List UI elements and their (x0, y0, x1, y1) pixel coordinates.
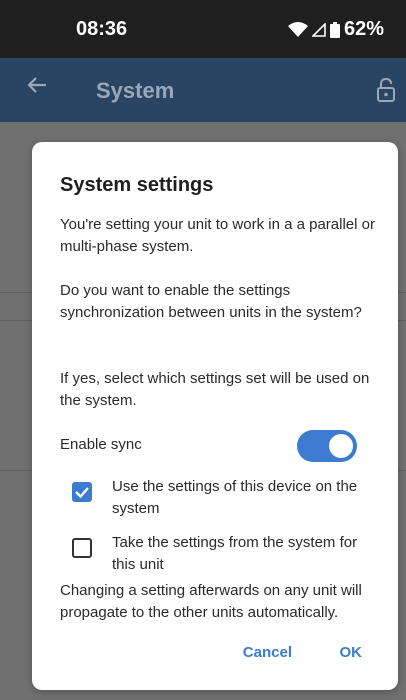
option-label: Use the settings of this device on the s… (112, 478, 358, 517)
cancel-button[interactable]: Cancel (243, 644, 292, 661)
back-arrow-icon[interactable] (26, 74, 48, 96)
status-icons: 62% (287, 18, 384, 41)
system-settings-dialog: System settings You're setting your unit… (32, 142, 398, 690)
option-take-system-settings[interactable]: Take the settings from the system for th… (72, 532, 372, 578)
dialog-title: System settings (60, 174, 214, 196)
battery-percent: 62% (343, 18, 384, 40)
battery-icon (329, 21, 340, 38)
enable-sync-toggle[interactable] (297, 430, 357, 462)
dialog-question: Do you want to enable the settings synch… (60, 282, 362, 321)
dialog-note: Changing a setting afterwards on any uni… (60, 582, 362, 621)
enable-sync-label: Enable sync (60, 436, 142, 453)
ok-button[interactable]: OK (340, 644, 363, 661)
signal-icon (311, 22, 326, 37)
option-use-device-settings[interactable]: Use the settings of this device on the s… (72, 476, 372, 522)
dialog-text: You're setting your unit to work in a a … (60, 216, 375, 255)
dialog-instruction: If yes, select which settings set will b… (60, 370, 370, 409)
status-time: 08:36 (76, 18, 128, 40)
dialog-actions: Cancel OK (32, 636, 398, 676)
checkbox-checked[interactable] (72, 482, 92, 502)
app-bar: System (0, 58, 406, 122)
wifi-icon (287, 21, 308, 37)
checkbox-unchecked[interactable] (72, 538, 92, 558)
toggle-knob (329, 434, 353, 458)
lock-icon[interactable] (376, 77, 396, 102)
status-bar: 08:36 62% (0, 0, 406, 58)
page-title: System (96, 78, 175, 103)
option-label: Take the settings from the system for th… (112, 534, 358, 573)
